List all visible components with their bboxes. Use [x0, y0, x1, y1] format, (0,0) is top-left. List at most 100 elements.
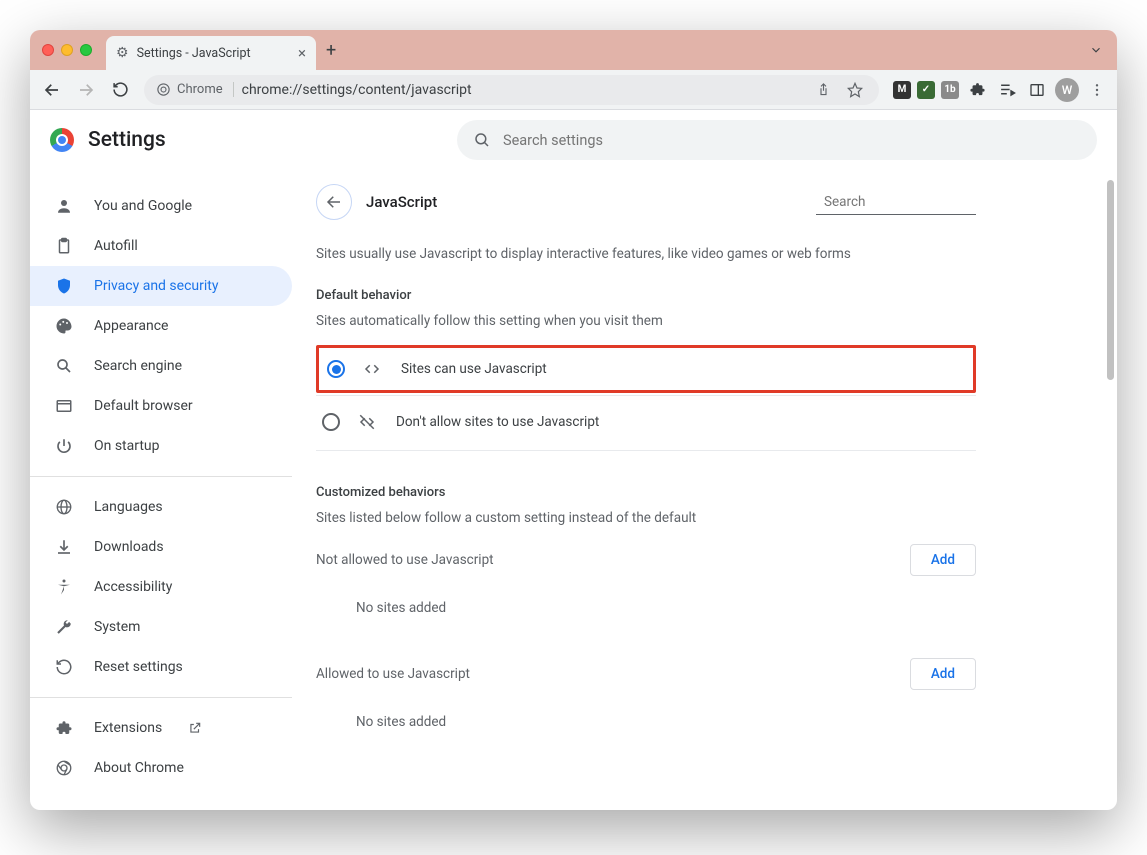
radio-option-allow[interactable]: Sites can use Javascript	[316, 345, 976, 393]
kebab-menu-icon[interactable]	[1085, 78, 1109, 102]
add-not-allowed-button[interactable]: Add	[910, 544, 976, 576]
power-icon	[54, 437, 74, 455]
customized-behaviors-title: Customized behaviors	[316, 485, 976, 500]
sidebar-label: System	[94, 619, 140, 635]
sidebar-divider	[30, 697, 292, 698]
radio-button-unchecked[interactable]	[322, 413, 340, 431]
search-icon	[473, 131, 491, 149]
sidebar-item-on-startup[interactable]: On startup	[30, 426, 292, 466]
sidebar-label: Autofill	[94, 238, 138, 254]
forward-button[interactable]	[72, 76, 100, 104]
allowed-section: Allowed to use Javascript Add	[316, 658, 976, 690]
browser-tab[interactable]: ⚙ Settings - JavaScript ×	[106, 36, 316, 70]
globe-icon	[54, 498, 74, 516]
sidebar-label: Downloads	[94, 539, 164, 555]
external-link-icon	[188, 721, 202, 735]
gear-icon: ⚙	[116, 45, 129, 61]
sidebar-item-appearance[interactable]: Appearance	[30, 306, 292, 346]
sidebar-item-system[interactable]: System	[30, 607, 292, 647]
sidebar-item-autofill[interactable]: Autofill	[30, 226, 292, 266]
close-window-button[interactable]	[42, 44, 54, 56]
puzzle-icon	[54, 719, 74, 737]
customized-behaviors-subtitle: Sites listed below follow a custom setti…	[316, 510, 976, 526]
browser-toolbar: Chrome chrome://settings/content/javascr…	[30, 70, 1117, 110]
bookmark-star-icon[interactable]	[843, 78, 867, 102]
settings-main: JavaScript Sites usually use Javascript …	[300, 170, 1117, 794]
page-title: JavaScript	[366, 193, 437, 211]
not-allowowed-section: Not allowed to use Javascript Add	[316, 544, 976, 576]
person-icon	[54, 197, 74, 215]
sidebar-label: Reset settings	[94, 659, 183, 675]
address-bar[interactable]: Chrome chrome://settings/content/javascr…	[144, 75, 879, 105]
add-allowed-button[interactable]: Add	[910, 658, 976, 690]
sidebar-label: About Chrome	[94, 760, 184, 776]
palette-icon	[54, 317, 74, 335]
panel-icon[interactable]	[1025, 78, 1049, 102]
javascript-settings-card: JavaScript Sites usually use Javascript …	[316, 184, 976, 754]
window-controls	[42, 44, 92, 56]
browser-window-icon	[54, 397, 74, 415]
extension-badge-1b[interactable]: 1b	[941, 81, 959, 99]
url-text: chrome://settings/content/javascript	[242, 82, 472, 98]
sidebar-item-downloads[interactable]: Downloads	[30, 527, 292, 567]
sidebar-label: Search engine	[94, 358, 182, 374]
default-behavior-title: Default behavior	[316, 288, 976, 303]
page-search-input[interactable]	[824, 194, 1001, 210]
chrome-logo-icon	[50, 128, 74, 152]
sidebar-item-you-and-google[interactable]: You and Google	[30, 186, 292, 226]
sidebar-item-reset-settings[interactable]: Reset settings	[30, 647, 292, 687]
playlist-icon[interactable]	[995, 78, 1019, 102]
reload-button[interactable]	[106, 76, 134, 104]
sidebar-item-search-engine[interactable]: Search engine	[30, 346, 292, 386]
settings-page: Settings You and Google Autofill Privacy…	[30, 110, 1117, 794]
settings-body: You and Google Autofill Privacy and secu…	[30, 170, 1117, 794]
sidebar-label: Privacy and security	[94, 278, 218, 294]
code-icon	[363, 360, 383, 378]
sidebar-item-extensions[interactable]: Extensions	[30, 708, 292, 748]
maximize-window-button[interactable]	[80, 44, 92, 56]
search-settings-input[interactable]	[503, 132, 1081, 149]
restore-icon	[54, 658, 74, 676]
search-icon	[54, 357, 74, 375]
site-chip: Chrome	[156, 82, 234, 97]
chrome-outline-icon	[54, 759, 74, 777]
sidebar-item-accessibility[interactable]: Accessibility	[30, 567, 292, 607]
browser-window: ⚙ Settings - JavaScript × + Chrome chrom…	[30, 30, 1117, 810]
extension-badge-check[interactable]: ✓	[917, 81, 935, 99]
share-icon[interactable]	[811, 78, 835, 102]
page-search-box[interactable]	[816, 190, 976, 215]
profile-avatar[interactable]: W	[1055, 78, 1079, 102]
scrollbar-thumb[interactable]	[1107, 180, 1114, 380]
back-button[interactable]	[38, 76, 66, 104]
chrome-outline-icon	[156, 82, 171, 97]
titlebar: ⚙ Settings - JavaScript × +	[30, 30, 1117, 70]
extensions-puzzle-icon[interactable]	[965, 78, 989, 102]
wrench-icon	[54, 618, 74, 636]
sidebar-item-languages[interactable]: Languages	[30, 487, 292, 527]
code-off-icon	[358, 413, 378, 431]
sidebar-item-about-chrome[interactable]: About Chrome	[30, 748, 292, 788]
sidebar-label: Default browser	[94, 398, 193, 414]
close-tab-icon[interactable]: ×	[298, 44, 306, 62]
new-tab-button[interactable]: +	[326, 40, 336, 61]
accessibility-icon	[54, 578, 74, 596]
extension-badge-m[interactable]: M	[893, 81, 911, 99]
allowed-empty: No sites added	[316, 704, 976, 754]
settings-sidebar: You and Google Autofill Privacy and secu…	[30, 170, 300, 794]
search-settings-box[interactable]	[457, 120, 1097, 160]
default-behavior-subtitle: Sites automatically follow this setting …	[316, 313, 976, 329]
allowed-label: Allowed to use Javascript	[316, 666, 470, 682]
minimize-window-button[interactable]	[61, 44, 73, 56]
clipboard-icon	[54, 237, 74, 255]
sidebar-label: On startup	[94, 438, 160, 454]
sidebar-label: You and Google	[94, 198, 192, 214]
radio-button-checked[interactable]	[327, 360, 345, 378]
sidebar-divider	[30, 476, 292, 477]
sidebar-item-default-browser[interactable]: Default browser	[30, 386, 292, 426]
divider	[316, 450, 976, 451]
tab-overflow-icon[interactable]	[1089, 43, 1103, 57]
back-arrow-button[interactable]	[316, 184, 352, 220]
radio-option-block[interactable]: Don't allow sites to use Javascript	[316, 398, 976, 446]
card-header: JavaScript	[316, 184, 976, 220]
sidebar-item-privacy-security[interactable]: Privacy and security	[30, 266, 292, 306]
